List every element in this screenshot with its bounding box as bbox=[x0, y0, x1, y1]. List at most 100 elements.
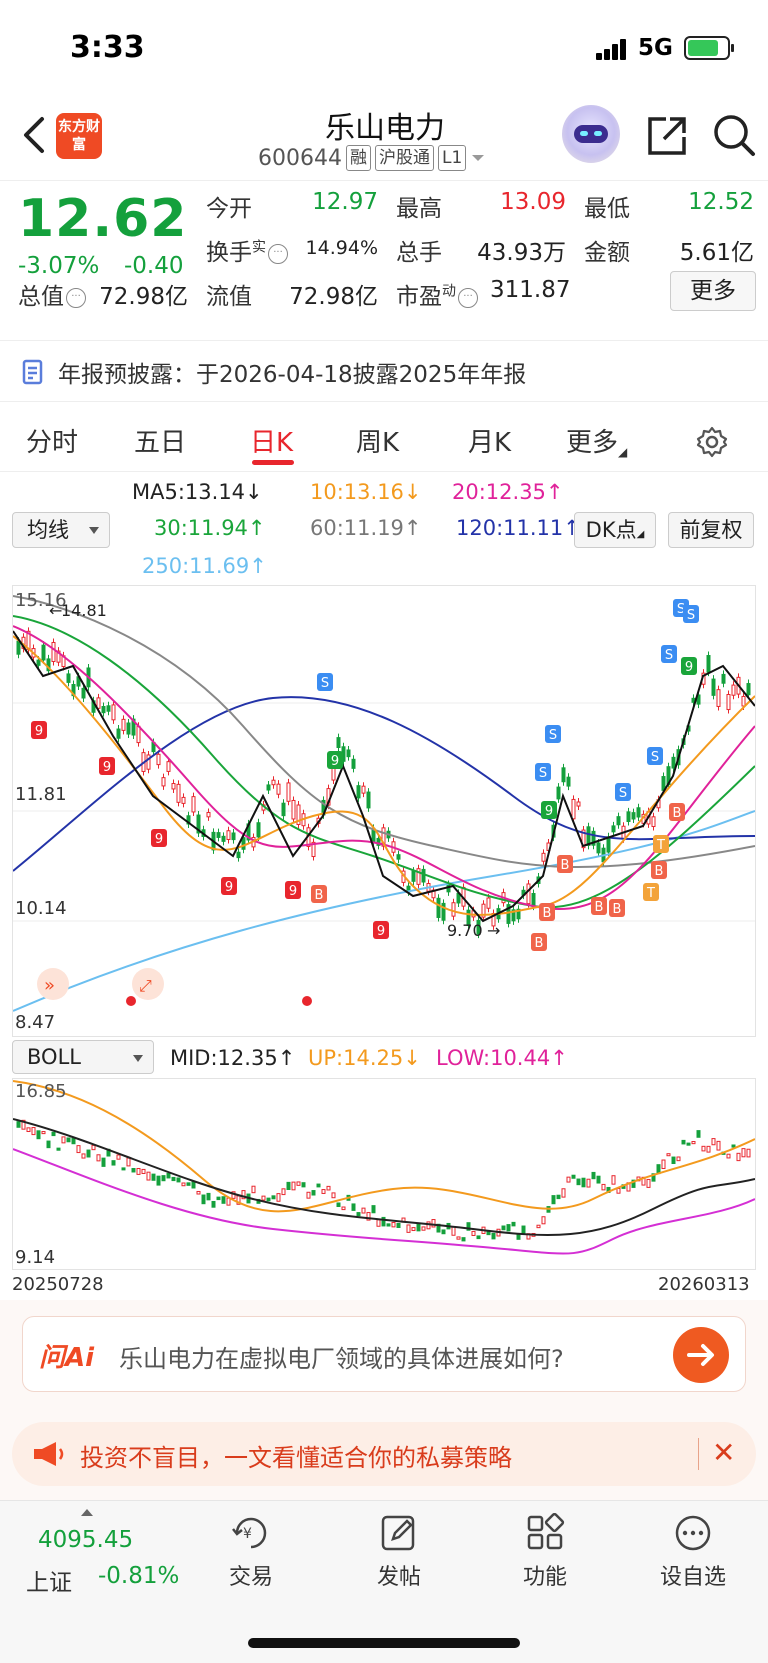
stock-header: 东方财富 乐山电力 600644 融 沪股通 L1 bbox=[0, 95, 768, 180]
candle bbox=[421, 868, 426, 883]
candle bbox=[346, 749, 351, 758]
caret-down-icon[interactable] bbox=[470, 152, 486, 164]
ai-robot-icon[interactable] bbox=[562, 105, 620, 163]
boll-candle bbox=[591, 1171, 596, 1180]
edit-icon bbox=[381, 1515, 415, 1551]
notice-bar[interactable]: 年报预披露：于2026-04-18披露2025年年报 bbox=[0, 340, 768, 402]
boll-candle bbox=[176, 1177, 181, 1183]
index-name[interactable]: 上证 bbox=[26, 1563, 72, 1597]
boll-candle bbox=[601, 1183, 606, 1191]
tab-intraday[interactable]: 分时 bbox=[26, 422, 78, 459]
boll-mid: MID:12.35↑ bbox=[170, 1046, 296, 1070]
low-marker-arrow: → bbox=[487, 921, 500, 940]
home-indicator bbox=[248, 1638, 520, 1648]
ask-ai-box[interactable]: 问Ai 乐山电力在虚拟电厂领域的具体进展如何? bbox=[22, 1316, 746, 1392]
candle bbox=[411, 870, 416, 882]
caret-up-icon[interactable] bbox=[80, 1507, 94, 1517]
last-price: 12.62 bbox=[18, 189, 188, 249]
boll-candle bbox=[391, 1221, 396, 1228]
candle bbox=[36, 659, 41, 666]
boll-low: LOW:10.44↑ bbox=[436, 1046, 568, 1070]
boll-candle bbox=[266, 1197, 271, 1202]
tab-daily-k[interactable]: 日K bbox=[250, 422, 293, 459]
arrow-right-icon bbox=[687, 1344, 714, 1366]
kline-canvas[interactable]: SSSSSSS SBBBBB BBBTT9999 99999 14.81 ← 9.70… bbox=[12, 586, 756, 1036]
boll-candle bbox=[706, 1145, 711, 1153]
close-icon[interactable]: ✕ bbox=[712, 1436, 735, 1469]
candle bbox=[486, 897, 491, 909]
boll-candle bbox=[56, 1147, 61, 1151]
nav-functions[interactable]: 功能 bbox=[490, 1513, 600, 1591]
candle bbox=[616, 816, 621, 826]
boll-candle bbox=[416, 1222, 421, 1232]
search-icon[interactable] bbox=[712, 113, 756, 157]
nav-watchlist[interactable]: 设自选 bbox=[638, 1513, 748, 1591]
boll-candle bbox=[371, 1205, 376, 1214]
boll-candle bbox=[161, 1175, 166, 1182]
boll-candle bbox=[686, 1142, 691, 1146]
info-icon[interactable]: ··· bbox=[268, 243, 288, 264]
ask-ai-question: 乐山电力在虚拟电厂领域的具体进展如何? bbox=[119, 1345, 564, 1373]
boll-candle bbox=[321, 1189, 326, 1194]
tab-weekly-k[interactable]: 周K bbox=[356, 422, 399, 459]
nav-watchlist-label: 设自选 bbox=[659, 1565, 726, 1590]
connect-tag: 沪股通 bbox=[374, 145, 434, 171]
candle bbox=[361, 785, 366, 794]
boll-candle bbox=[146, 1171, 151, 1181]
info-icon[interactable]: ··· bbox=[458, 287, 478, 308]
index-change[interactable]: -0.81% bbox=[98, 1563, 179, 1589]
signal-marker-label: S bbox=[321, 676, 329, 691]
candle bbox=[611, 825, 616, 833]
boll-candle bbox=[81, 1153, 86, 1159]
nav-post[interactable]: 发帖 bbox=[344, 1513, 454, 1591]
index-value[interactable]: 4095.45 bbox=[38, 1527, 133, 1553]
boll-candle bbox=[91, 1144, 96, 1151]
sub-indicator-select[interactable]: BOLL bbox=[12, 1040, 154, 1074]
tab-more[interactable]: 更多◢ bbox=[566, 422, 627, 459]
y-label-upper: 11.81 bbox=[15, 784, 67, 805]
gear-icon[interactable] bbox=[696, 426, 728, 458]
boll-candle bbox=[681, 1139, 686, 1145]
candle bbox=[226, 830, 231, 840]
candle bbox=[451, 902, 456, 917]
stock-code: 600644 bbox=[258, 145, 342, 171]
ask-ai-go-button[interactable] bbox=[673, 1327, 729, 1383]
promo-banner[interactable]: 投资不盲目，一文看懂适合你的私募策略 ✕ bbox=[12, 1422, 756, 1486]
boll-candle bbox=[211, 1200, 216, 1208]
main-indicator-select[interactable]: 均线 bbox=[12, 512, 110, 548]
back-arrow-icon[interactable] bbox=[18, 115, 50, 155]
candle bbox=[596, 842, 601, 854]
boll-candle bbox=[461, 1237, 466, 1242]
signal-marker-label: B bbox=[543, 906, 552, 921]
tab-five-day[interactable]: 五日 bbox=[134, 422, 186, 459]
boll-candle bbox=[701, 1145, 706, 1152]
adjust-button[interactable]: 前复权 bbox=[668, 512, 754, 548]
boll-canvas[interactable] bbox=[12, 1079, 756, 1269]
share-icon[interactable] bbox=[646, 115, 688, 157]
boll-candle bbox=[46, 1140, 51, 1149]
ma120-value: 120:11.11↑ bbox=[456, 516, 581, 540]
level-tag: L1 bbox=[437, 145, 467, 171]
candle bbox=[136, 725, 141, 744]
candle bbox=[606, 836, 611, 853]
boll-candle bbox=[451, 1226, 456, 1236]
banner-divider bbox=[698, 1438, 699, 1470]
candle bbox=[66, 673, 71, 683]
tab-monthly-k[interactable]: 月K bbox=[468, 422, 511, 459]
boll-candle bbox=[661, 1159, 666, 1170]
kline-chart[interactable]: SSSSSSSSBBBBBBBBTT999999999 14.81 ← 9.70… bbox=[12, 585, 756, 1037]
boll-candle bbox=[406, 1224, 411, 1233]
boll-candle bbox=[86, 1149, 91, 1158]
signal-marker-label: B bbox=[595, 900, 604, 915]
boll-candle bbox=[131, 1168, 136, 1173]
boll-candle bbox=[251, 1185, 256, 1194]
dk-point-button[interactable]: DK点◢ bbox=[574, 512, 656, 548]
boll-chart[interactable]: 16.85 9.14 bbox=[12, 1078, 756, 1270]
info-icon[interactable]: ··· bbox=[66, 287, 86, 308]
nav-trade[interactable]: ¥ 交易 bbox=[196, 1513, 306, 1591]
more-button[interactable]: 更多 bbox=[670, 271, 756, 311]
boll-candle bbox=[151, 1173, 156, 1181]
ma5-line bbox=[12, 630, 756, 923]
candle bbox=[236, 851, 241, 859]
candle bbox=[561, 767, 566, 783]
